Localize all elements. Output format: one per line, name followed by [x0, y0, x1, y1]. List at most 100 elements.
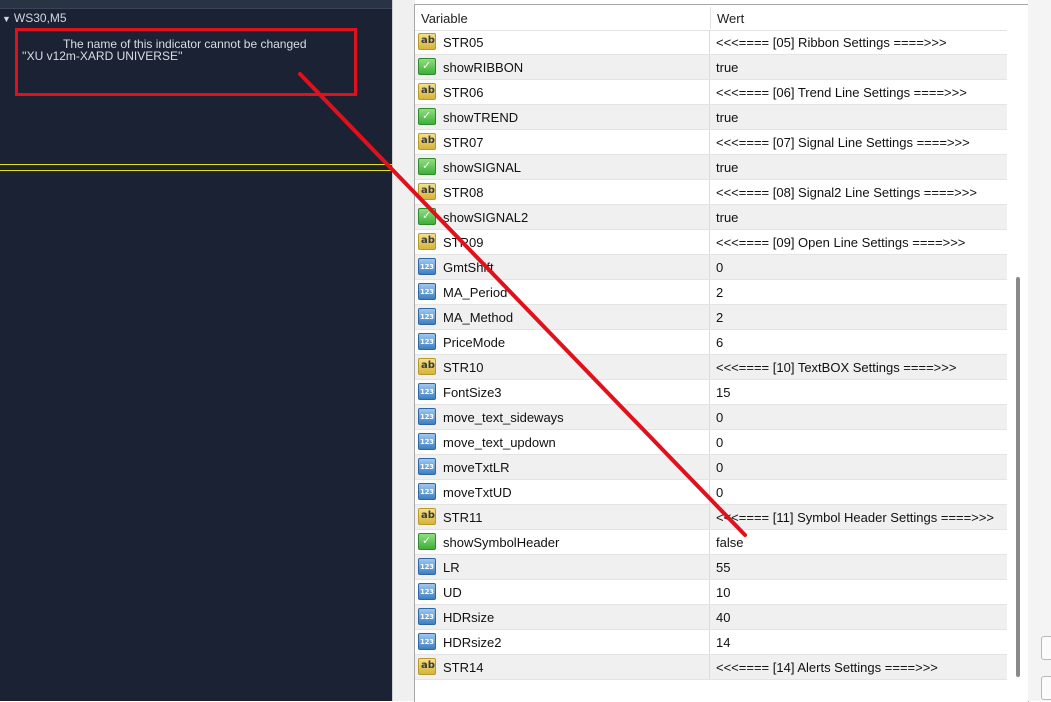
- property-name-cell[interactable]: ✓ showSIGNAL: [415, 155, 710, 179]
- price-level-line: [0, 170, 392, 171]
- side-button[interactable]: [1041, 636, 1051, 660]
- splitter[interactable]: [392, 0, 415, 701]
- number-type-icon: 123: [418, 383, 436, 400]
- property-row[interactable]: 123 LR 55: [415, 555, 1007, 580]
- property-row[interactable]: 123 HDRsize 40: [415, 605, 1007, 630]
- property-name-cell[interactable]: 123 UD: [415, 580, 710, 604]
- property-name-cell[interactable]: 123 PriceMode: [415, 330, 710, 354]
- property-row[interactable]: ab STR11 <<<==== [11] Symbol Header Settin…: [415, 505, 1007, 530]
- property-name-cell[interactable]: 123 LR: [415, 555, 710, 579]
- string-type-icon: ab: [418, 183, 436, 200]
- property-row[interactable]: 123 moveTxtUD 0: [415, 480, 1007, 505]
- property-row[interactable]: 123 MA_Method 2: [415, 305, 1007, 330]
- collapse-triangle-icon[interactable]: ▼: [2, 14, 11, 24]
- property-row[interactable]: ab STR10 <<<==== [10] TextBOX Settings ===…: [415, 355, 1007, 380]
- property-value[interactable]: true: [716, 160, 738, 175]
- property-name-cell[interactable]: ab STR07: [415, 130, 710, 154]
- property-name-cell[interactable]: ✓ showRIBBON: [415, 55, 710, 79]
- property-name-cell[interactable]: 123 GmtShift: [415, 255, 710, 279]
- property-name: showSymbolHeader: [443, 535, 560, 550]
- column-divider[interactable]: [710, 7, 711, 29]
- property-row[interactable]: ab STR14 <<<==== [14] Alerts Settings ====…: [415, 655, 1007, 680]
- property-name-cell[interactable]: 123 FontSize3: [415, 380, 710, 404]
- scrollbar-thumb[interactable]: [1016, 277, 1020, 677]
- property-name-cell[interactable]: 123 move_text_updown: [415, 430, 710, 454]
- property-value[interactable]: 0: [716, 260, 723, 275]
- property-row[interactable]: 123 moveTxtLR 0: [415, 455, 1007, 480]
- property-value[interactable]: <<<==== [10] TextBOX Settings ====>>>: [716, 360, 956, 375]
- property-value[interactable]: <<<==== [11] Symbol Header Settings ====…: [716, 510, 994, 525]
- boolean-type-icon: ✓: [418, 108, 436, 125]
- property-value[interactable]: true: [716, 210, 738, 225]
- property-value[interactable]: 40: [716, 610, 730, 625]
- property-name: move_text_sideways: [443, 410, 564, 425]
- property-name: MA_Method: [443, 310, 514, 325]
- property-value[interactable]: 14: [716, 635, 730, 650]
- property-row[interactable]: 123 move_text_sideways 0: [415, 405, 1007, 430]
- inputs-property-grid[interactable]: Variable Wert ab STR05 <<<==== [05] Ribbon…: [414, 4, 1029, 702]
- property-name-cell[interactable]: ✓ showTREND: [415, 105, 710, 129]
- property-row[interactable]: 123 GmtShift 0: [415, 255, 1007, 280]
- property-value[interactable]: 0: [716, 485, 723, 500]
- chart-window[interactable]: ▼ WS30,M5 The name of this indicator cann…: [0, 0, 392, 701]
- side-button[interactable]: [1041, 676, 1051, 700]
- property-name-cell[interactable]: 123 HDRsize2: [415, 630, 710, 654]
- property-row[interactable]: 123 MA_Period 2: [415, 280, 1007, 305]
- property-name-cell[interactable]: ab STR14: [415, 655, 710, 679]
- property-name-cell[interactable]: 123 HDRsize: [415, 605, 710, 629]
- vertical-scrollbar[interactable]: [1009, 5, 1027, 702]
- property-value[interactable]: false: [716, 535, 743, 550]
- property-row[interactable]: 123 UD 10: [415, 580, 1007, 605]
- property-value[interactable]: 15: [716, 385, 730, 400]
- property-name-cell[interactable]: ✓ showSIGNAL2: [415, 205, 710, 229]
- property-row[interactable]: ✓ showSIGNAL2 true: [415, 205, 1007, 230]
- property-name-cell[interactable]: 123 moveTxtUD: [415, 480, 710, 504]
- property-name-cell[interactable]: ab STR05: [415, 30, 710, 54]
- property-name-cell[interactable]: ab STR08: [415, 180, 710, 204]
- property-value[interactable]: <<<==== [07] Signal Line Settings ====>>…: [716, 135, 970, 150]
- property-value[interactable]: 6: [716, 335, 723, 350]
- property-name-cell[interactable]: ✓ showSymbolHeader: [415, 530, 710, 554]
- property-row[interactable]: ab STR07 <<<==== [07] Signal Line Settings…: [415, 130, 1007, 155]
- property-name: moveTxtLR: [443, 460, 510, 475]
- property-row[interactable]: ✓ showRIBBON true: [415, 55, 1007, 80]
- property-row[interactable]: 123 move_text_updown 0: [415, 430, 1007, 455]
- string-type-icon: ab: [418, 233, 436, 250]
- column-header-value[interactable]: Wert: [717, 11, 744, 26]
- property-value[interactable]: <<<==== [08] Signal2 Line Settings ====>…: [716, 185, 977, 200]
- property-row[interactable]: ✓ showSymbolHeader false: [415, 530, 1007, 555]
- property-value[interactable]: 55: [716, 560, 730, 575]
- property-name-cell[interactable]: 123 MA_Period: [415, 280, 710, 304]
- property-value[interactable]: 0: [716, 435, 723, 450]
- property-value[interactable]: <<<==== [09] Open Line Settings ====>>>: [716, 235, 965, 250]
- property-value[interactable]: <<<==== [05] Ribbon Settings ====>>>: [716, 35, 947, 50]
- number-type-icon: 123: [418, 408, 436, 425]
- property-value[interactable]: 10: [716, 585, 730, 600]
- property-name-cell[interactable]: ab STR09: [415, 230, 710, 254]
- property-value[interactable]: 2: [716, 310, 723, 325]
- property-row[interactable]: 123 PriceMode 6: [415, 330, 1007, 355]
- property-value[interactable]: 0: [716, 460, 723, 475]
- property-row[interactable]: 123 HDRsize2 14: [415, 630, 1007, 655]
- property-row[interactable]: ab STR09 <<<==== [09] Open Line Settings =…: [415, 230, 1007, 255]
- property-name-cell[interactable]: ab STR10: [415, 355, 710, 379]
- property-value[interactable]: 0: [716, 410, 723, 425]
- property-row[interactable]: ab STR06 <<<==== [06] Trend Line Settings …: [415, 80, 1007, 105]
- property-row[interactable]: 123 FontSize3 15: [415, 380, 1007, 405]
- property-row[interactable]: ✓ showSIGNAL true: [415, 155, 1007, 180]
- property-value[interactable]: <<<==== [06] Trend Line Settings ====>>>: [716, 85, 967, 100]
- property-value[interactable]: <<<==== [14] Alerts Settings ====>>>: [716, 660, 938, 675]
- property-row[interactable]: ✓ showTREND true: [415, 105, 1007, 130]
- property-value[interactable]: 2: [716, 285, 723, 300]
- property-value[interactable]: true: [716, 60, 738, 75]
- property-name-cell[interactable]: 123 MA_Method: [415, 305, 710, 329]
- property-row[interactable]: ab STR05 <<<==== [05] Ribbon Settings ====…: [415, 30, 1007, 55]
- property-value[interactable]: true: [716, 110, 738, 125]
- property-name-cell[interactable]: ab STR06: [415, 80, 710, 104]
- property-name-cell[interactable]: 123 move_text_sideways: [415, 405, 710, 429]
- string-type-icon: ab: [418, 83, 436, 100]
- property-name-cell[interactable]: ab STR11: [415, 505, 710, 529]
- property-row[interactable]: ab STR08 <<<==== [08] Signal2 Line Setting…: [415, 180, 1007, 205]
- property-name-cell[interactable]: 123 moveTxtLR: [415, 455, 710, 479]
- column-header-variable[interactable]: Variable: [421, 11, 468, 26]
